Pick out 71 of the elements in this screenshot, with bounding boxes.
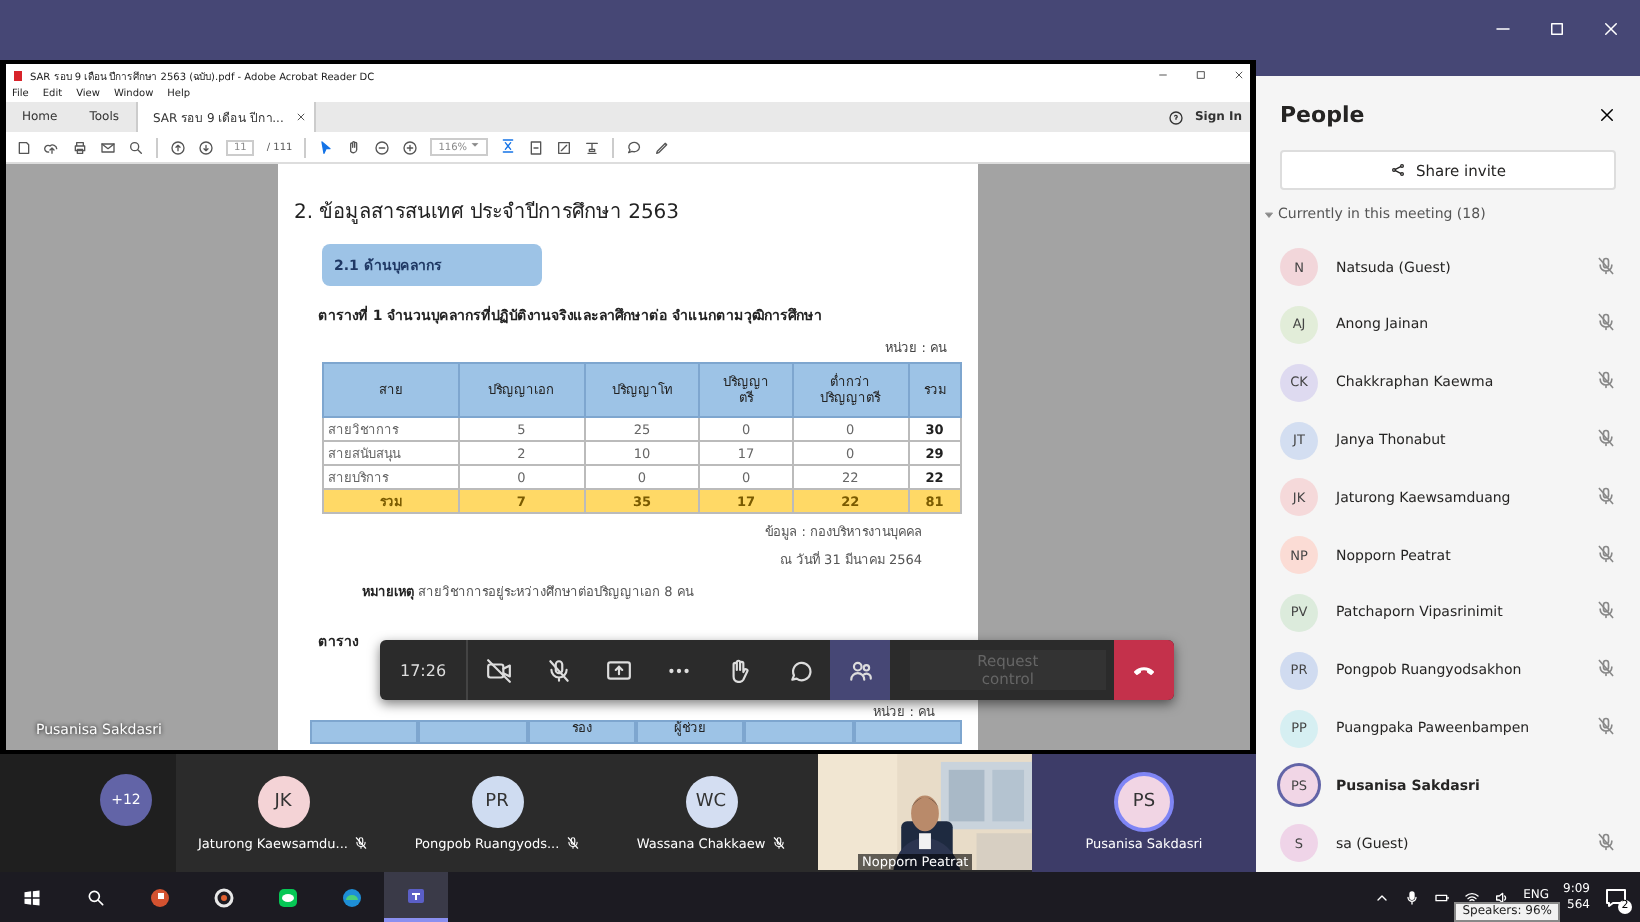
browser-icon: [340, 885, 364, 909]
mic-off-icon: [1596, 312, 1616, 333]
full-screen-icon[interactable]: [556, 139, 573, 155]
page-down-icon[interactable]: [198, 139, 214, 155]
save-icon[interactable]: [16, 139, 32, 155]
mic-off-icon: [1596, 658, 1616, 679]
mic-off-icon[interactable]: [545, 657, 572, 683]
panel-title: People: [1280, 101, 1365, 128]
mic-off-icon: [771, 836, 786, 850]
speaker-icon[interactable]: [1493, 889, 1510, 905]
fit-page-icon[interactable]: [500, 137, 517, 153]
upload-icon[interactable]: [44, 139, 60, 155]
zoom-in-icon[interactable]: [402, 139, 419, 155]
close-icon[interactable]: [295, 112, 306, 122]
notification-icon[interactable]: [1604, 885, 1628, 909]
camera-off-icon[interactable]: [485, 657, 512, 683]
hand-icon[interactable]: [346, 139, 363, 155]
chat-icon[interactable]: [787, 657, 813, 683]
app-icon: [404, 883, 428, 907]
stamp-icon[interactable]: [584, 139, 601, 155]
app-icon: [212, 885, 236, 909]
pen-icon[interactable]: [654, 139, 671, 155]
column-header: [853, 720, 962, 745]
share-icon: [1390, 162, 1407, 179]
page-icon[interactable]: [528, 139, 545, 155]
windows-icon[interactable]: [22, 887, 42, 907]
battery-icon[interactable]: [1433, 889, 1450, 905]
comment-icon[interactable]: [626, 139, 643, 155]
avatar: PS: [1118, 775, 1170, 827]
call-timer: 17:26: [380, 640, 469, 700]
caret-icon: [1264, 209, 1274, 220]
mail-icon[interactable]: [100, 139, 116, 155]
column-header: [744, 720, 854, 745]
help-icon[interactable]: [1168, 109, 1185, 125]
close-icon[interactable]: [1598, 105, 1616, 124]
raise-hand-icon[interactable]: [726, 657, 753, 683]
mic-off-icon: [565, 836, 580, 850]
dropdown-caret-icon: [470, 140, 481, 150]
mic-off-icon: [353, 836, 368, 850]
people-icon[interactable]: [847, 657, 874, 683]
mic-off-icon: [1596, 543, 1616, 564]
hang-up-button[interactable]: [1113, 640, 1175, 700]
print-icon[interactable]: [72, 139, 88, 155]
document-heading: 2. ข้อมูลสารสนเทศ ประจำปีการศึกษา 2563: [294, 199, 682, 226]
pdf-icon: [12, 69, 24, 81]
expand-caret-icon[interactable]: [1260, 209, 1274, 220]
mic-off-icon: [1596, 485, 1616, 506]
mic-off-icon: [1596, 831, 1616, 852]
zoom-out-icon[interactable]: [374, 139, 391, 155]
chat-app-icon: [276, 885, 300, 909]
search-icon[interactable]: [128, 139, 144, 155]
column-header: [418, 720, 528, 745]
mic-off-icon: [1596, 255, 1616, 276]
mic-off-icon: [1596, 428, 1616, 449]
close-icon[interactable]: [1234, 70, 1244, 80]
maximize-icon[interactable]: [1196, 70, 1206, 80]
app-icon: [148, 885, 172, 909]
people-button[interactable]: [830, 640, 891, 700]
page-up-icon[interactable]: [170, 139, 186, 155]
avatar: WC: [685, 775, 737, 827]
mic-off-icon: [1596, 600, 1616, 621]
microphone-icon[interactable]: [1403, 889, 1420, 905]
mic-off-icon: [1596, 716, 1616, 736]
wifi-icon[interactable]: [1463, 889, 1480, 905]
share-screen-icon[interactable]: [605, 657, 632, 683]
mic-off-icon: [1596, 370, 1616, 391]
column-header: [310, 720, 419, 745]
search-icon[interactable]: [86, 887, 106, 907]
cursor-icon[interactable]: [318, 139, 335, 155]
avatar: JK: [257, 775, 309, 827]
avatar: PR: [471, 775, 523, 827]
